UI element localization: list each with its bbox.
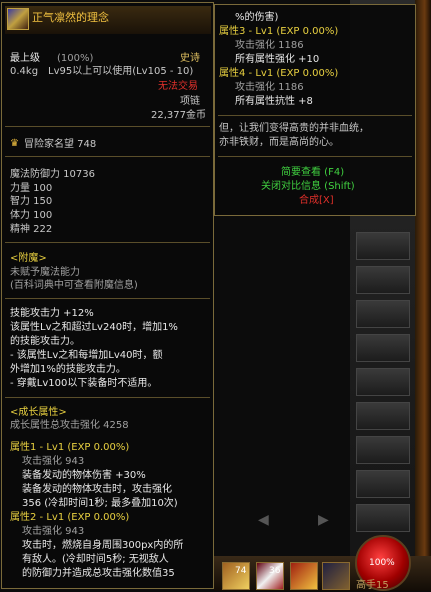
attribute-line: 有敌人。(冷却时间5秒; 无视敌人 [22, 554, 169, 565]
desc-line: - 穿戴Lv100以下装备时不适用。 [10, 378, 158, 389]
divider [5, 298, 210, 299]
stat-line: 智力 150 [10, 196, 53, 207]
inventory-slot[interactable] [356, 470, 410, 498]
skill-count: 74 [235, 566, 247, 576]
flavor-text: 但，让我们变得高贵的并非血统， [219, 123, 369, 134]
next-page-icon[interactable]: ▶ [318, 513, 329, 527]
desc-line: - 该属性Lv之和每增加Lv40时，额 [10, 350, 163, 361]
hp-percent: 100% [369, 558, 395, 568]
attribute-line: 所有属性强化 +10 [235, 54, 320, 65]
item-price: 22,377金币 [151, 110, 206, 121]
divider [5, 397, 210, 398]
item-type: 项链 [180, 96, 200, 107]
brief-view-link[interactable]: 简要查看 (F4) [281, 167, 344, 179]
attribute-line: 攻击强化 943 [22, 456, 85, 467]
attribute-line: 攻击强化 1186 [235, 40, 304, 51]
attribute-line: 的防御力并造成总攻击强化数值35 [22, 568, 175, 579]
stat-line: 体力 100 [10, 210, 53, 221]
item-name: 正气凛然的理念 [32, 11, 109, 24]
stat-line: 力量 100 [10, 183, 53, 194]
attribute-line: 攻击时，燃烧自身周围300px内的所 [22, 540, 184, 551]
inventory-slot[interactable] [356, 504, 410, 532]
close-compare-link[interactable]: 关闭对比信息 (Shift) [261, 181, 355, 193]
desc-line: 外增加1%的技能攻击力。 [10, 364, 126, 375]
trade-status: 无法交易 [158, 81, 198, 92]
skill-slot[interactable]: 36 [256, 562, 284, 590]
level-requirement: Lv95以上可以使用(Lv105 - 10) [48, 66, 194, 77]
attribute-title: 属性4 - Lv1 (EXP 0.00%) [219, 68, 339, 79]
skill-slot[interactable] [290, 562, 318, 590]
craft-link[interactable]: 合成[X] [299, 195, 334, 207]
item-weight: 0.4kg [10, 66, 39, 77]
attribute-line: 攻击强化 943 [22, 526, 85, 537]
inventory-slot[interactable] [356, 266, 410, 294]
renown: 冒险家名望 748 [24, 139, 97, 150]
attribute-line: 装备发动的物体攻击时，攻击强化 [22, 484, 172, 495]
stat-line: 魔法防御力 10736 [10, 169, 95, 180]
growth-header: <成长属性> [10, 407, 67, 418]
enchant-hint: (百科词典中可查看附魔信息) [10, 280, 138, 291]
divider [218, 115, 412, 116]
prev-page-icon[interactable]: ◀ [258, 513, 269, 527]
divider [5, 156, 210, 157]
attribute-title: 属性1 - Lv1 (EXP 0.00%) [10, 442, 130, 453]
item-grade-percent: (100%) [57, 53, 94, 64]
desc-line: 该属性Lv之和超过Lv240时，增加1% [10, 322, 178, 333]
attribute-title: 属性2 - Lv1 (EXP 0.00%) [10, 512, 130, 523]
desc-line: 的技能攻击力。 [10, 336, 80, 347]
inventory-slot[interactable] [356, 300, 410, 328]
divider [218, 156, 412, 157]
inventory-slot[interactable] [356, 232, 410, 260]
divider [5, 126, 210, 127]
attribute-line: 装备发动的物体伤害 +30% [22, 470, 146, 481]
attribute-line: 攻击强化 1186 [235, 82, 304, 93]
inventory-slot[interactable] [356, 436, 410, 464]
necklace-icon [7, 8, 29, 30]
enchant-header: <附魔> [10, 253, 47, 264]
attribute-title: 属性3 - Lv1 (EXP 0.00%) [219, 26, 339, 37]
item-tooltip: 正气凛然的理念 最上级 (100%) 史诗 0.4kg Lv95以上可以使用(L… [1, 2, 214, 589]
stat-line: 精神 222 [10, 224, 53, 235]
item-rarity: 史诗 [180, 53, 200, 64]
inventory-slot[interactable] [356, 368, 410, 396]
attribute-line: 356 (冷却时间1秒; 最多叠加10次) [22, 498, 178, 509]
hud-label: 高手15 [356, 580, 389, 591]
item-tooltip-continued: %的伤害) 属性3 - Lv1 (EXP 0.00%) 攻击强化 1186 所有… [214, 4, 416, 216]
growth-total: 成长属性总攻击强化 4258 [10, 420, 129, 431]
skill-slot[interactable] [322, 562, 350, 590]
item-grade: 最上级 [10, 53, 40, 64]
attribute-line: 所有属性抗性 +8 [235, 96, 313, 107]
enchant-status: 未赋予魔法能力 [10, 267, 80, 278]
inventory-slot[interactable] [356, 402, 410, 430]
renown-icon: ♛ [10, 138, 19, 149]
window-edge [415, 0, 431, 591]
skill-slot[interactable]: 74 [222, 562, 250, 590]
attribute-line: %的伤害) [235, 12, 279, 23]
inventory-slot[interactable] [356, 334, 410, 362]
skill-count: 36 [269, 566, 281, 576]
desc-line: 技能攻击力 +12% [10, 308, 94, 319]
flavor-text: 亦非铁财，而是高尚的心。 [219, 137, 339, 148]
divider [5, 242, 210, 243]
